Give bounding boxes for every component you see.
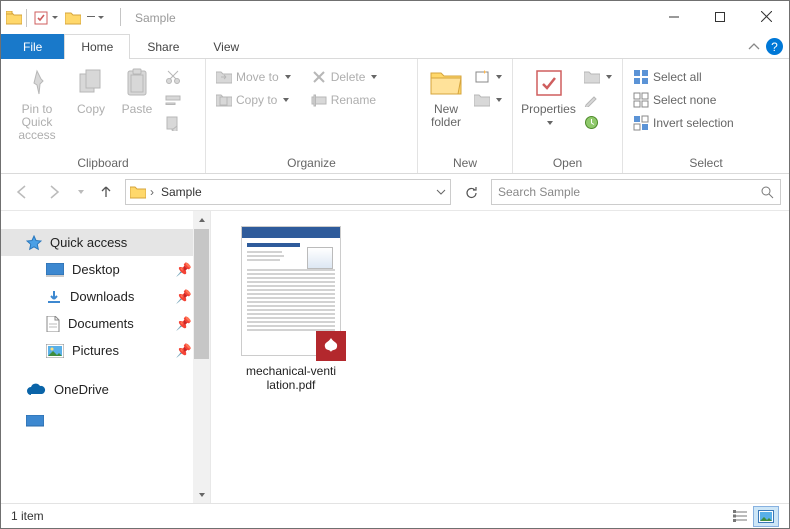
- history-button[interactable]: [580, 111, 616, 134]
- copy-button[interactable]: Copy: [69, 63, 113, 116]
- title-bar: Sample: [1, 1, 789, 34]
- qat-new-folder-icon[interactable]: [63, 11, 83, 25]
- close-button[interactable]: [743, 1, 789, 32]
- pin-icon: 📌: [176, 289, 192, 305]
- edit-button[interactable]: [580, 88, 616, 111]
- paste-shortcut-button[interactable]: [161, 111, 185, 134]
- new-item-button[interactable]: [470, 65, 506, 88]
- desktop-icon: [46, 263, 64, 277]
- tab-file[interactable]: File: [1, 34, 64, 59]
- download-icon: [46, 289, 62, 305]
- content-area: Quick access Desktop📌 Downloads📌 Documen…: [1, 210, 789, 503]
- back-button[interactable]: [9, 179, 35, 205]
- sidebar-documents[interactable]: Documents📌: [1, 310, 210, 337]
- address-bar[interactable]: › Sample: [125, 179, 451, 205]
- thumbnails-view-button[interactable]: [753, 506, 779, 527]
- sidebar-onedrive[interactable]: OneDrive: [1, 376, 210, 403]
- search-icon: [760, 185, 774, 199]
- breadcrumb-current[interactable]: Sample: [158, 185, 205, 199]
- rename-button[interactable]: Rename: [307, 88, 382, 111]
- forward-button[interactable]: [41, 179, 67, 205]
- quick-access-toolbar: [1, 1, 116, 34]
- move-to-button[interactable]: Move to: [212, 65, 295, 88]
- sidebar-pictures[interactable]: Pictures📌: [1, 337, 210, 364]
- file-name: mechanical-venti lation.pdf: [226, 364, 356, 392]
- status-bar: 1 item: [1, 503, 789, 528]
- monitor-icon: [26, 415, 44, 429]
- star-icon: [26, 235, 42, 251]
- details-view-button[interactable]: [727, 506, 753, 527]
- cloud-icon: [26, 383, 46, 396]
- up-button[interactable]: [93, 179, 119, 205]
- tab-share[interactable]: Share: [130, 34, 196, 59]
- cut-button[interactable]: [161, 65, 185, 88]
- address-dropdown-icon[interactable]: [436, 187, 446, 197]
- organize-group-label: Organize: [206, 154, 417, 173]
- copy-path-button[interactable]: [161, 88, 185, 111]
- sidebar-this-pc-partial[interactable]: [1, 415, 210, 429]
- select-none-button[interactable]: Select none: [629, 88, 738, 111]
- qat-properties-icon[interactable]: [31, 10, 63, 26]
- sidebar-scrollbar[interactable]: [193, 211, 210, 503]
- new-group-label: New: [418, 154, 512, 173]
- qat-customize-icon[interactable]: [83, 12, 111, 23]
- collapse-ribbon-icon[interactable]: [748, 41, 760, 53]
- explorer-window: Sample File Home Share View ? Pin to Qui…: [0, 0, 790, 529]
- scroll-thumb[interactable]: [194, 229, 209, 359]
- delete-button[interactable]: Delete: [307, 65, 382, 88]
- pin-icon: 📌: [176, 343, 192, 359]
- minimize-button[interactable]: [651, 1, 697, 32]
- pdf-icon: [316, 331, 346, 361]
- easy-access-button[interactable]: [470, 88, 506, 111]
- paste-button[interactable]: Paste: [115, 63, 159, 116]
- select-all-button[interactable]: Select all: [629, 65, 738, 88]
- status-count: 1 item: [11, 509, 44, 523]
- pdf-thumbnail: [241, 226, 341, 356]
- open-button[interactable]: [580, 65, 616, 88]
- ribbon-home: Pin to Quick access Copy Paste Clipboard: [1, 59, 789, 174]
- pin-quick-access-button[interactable]: Pin to Quick access: [7, 63, 67, 142]
- navigation-pane: Quick access Desktop📌 Downloads📌 Documen…: [1, 211, 211, 503]
- scroll-down-icon[interactable]: [193, 486, 210, 503]
- new-folder-button[interactable]: New folder: [424, 63, 468, 129]
- sidebar-downloads[interactable]: Downloads📌: [1, 283, 210, 310]
- open-group-label: Open: [513, 154, 622, 173]
- scroll-up-icon[interactable]: [193, 211, 210, 228]
- tab-home[interactable]: Home: [64, 34, 130, 59]
- file-item[interactable]: mechanical-venti lation.pdf: [226, 226, 356, 392]
- sidebar-desktop[interactable]: Desktop📌: [1, 256, 210, 283]
- maximize-button[interactable]: [697, 1, 743, 32]
- help-button[interactable]: ?: [766, 38, 783, 55]
- document-icon: [46, 316, 60, 332]
- sidebar-quick-access[interactable]: Quick access: [1, 229, 210, 256]
- refresh-button[interactable]: [457, 179, 485, 205]
- clipboard-group-label: Clipboard: [1, 154, 205, 173]
- ribbon-tabs: File Home Share View ?: [1, 34, 789, 59]
- search-placeholder: Search Sample: [498, 185, 760, 199]
- pictures-icon: [46, 344, 64, 358]
- qat-app-icon[interactable]: [6, 11, 22, 25]
- folder-icon: [130, 185, 146, 199]
- pin-icon: 📌: [176, 262, 192, 278]
- properties-button[interactable]: Properties: [519, 63, 578, 129]
- recent-locations-button[interactable]: [73, 179, 87, 205]
- copy-to-button[interactable]: Copy to: [212, 88, 295, 111]
- search-input[interactable]: Search Sample: [491, 179, 781, 205]
- file-list-pane[interactable]: mechanical-venti lation.pdf: [211, 211, 789, 503]
- select-group-label: Select: [623, 154, 789, 173]
- navigation-row: › Sample Search Sample: [1, 174, 789, 210]
- invert-selection-button[interactable]: Invert selection: [629, 111, 738, 134]
- window-title: Sample: [125, 1, 176, 34]
- tab-view[interactable]: View: [196, 34, 256, 59]
- pin-icon: 📌: [176, 316, 192, 332]
